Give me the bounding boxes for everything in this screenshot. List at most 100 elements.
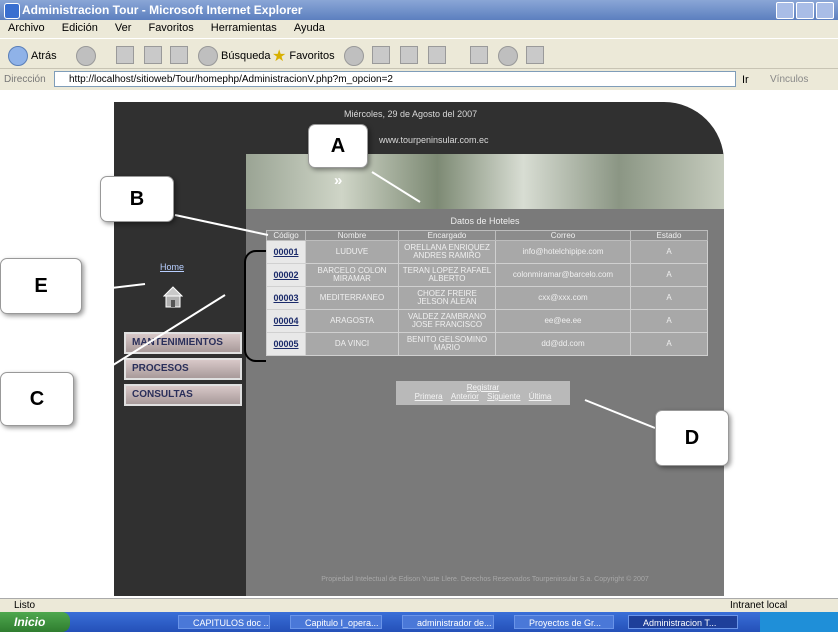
back-label: Atrás [31, 50, 57, 62]
table-row: 00003 MEDITERRANEO CHOEZ FREIRE JELSON A… [266, 286, 708, 310]
pager-first[interactable]: Primera [415, 392, 443, 401]
edit-button[interactable] [428, 46, 446, 64]
callout-a: A [308, 124, 368, 168]
mail-button[interactable] [372, 46, 390, 64]
hotel-code-link[interactable]: 00003 [266, 286, 306, 310]
pager: Registrar Primera Anterior Siguiente Últ… [396, 381, 570, 405]
table-row: 00005 DA VINCI BENITO GELSOMINO MARIO dd… [266, 332, 708, 356]
table-header-row: Código Nombre Encargado Correo Estado [266, 230, 708, 241]
menu-ayuda[interactable]: Ayuda [294, 22, 325, 34]
col-nombre: Nombre [305, 230, 399, 241]
hotel-code-link[interactable]: 00005 [266, 332, 306, 356]
system-tray [760, 612, 838, 632]
hotel-email: info@hotelchipipe.com [495, 240, 631, 264]
history-icon [344, 46, 364, 66]
callout-e: E [0, 258, 82, 314]
menu-herramientas[interactable]: Herramientas [211, 22, 277, 34]
zone-text: Intranet local [730, 600, 788, 611]
col-estado: Estado [630, 230, 708, 241]
menu-edicion[interactable]: Edición [62, 22, 98, 34]
favorites-button[interactable]: ★ Favoritos [272, 46, 335, 66]
house-icon[interactable] [163, 286, 183, 308]
browser-viewport: Miércoles, 29 de Agosto del 2007 www.tou… [0, 90, 838, 598]
search-label: Búsqueda [221, 50, 271, 62]
web-page: Miércoles, 29 de Agosto del 2007 www.tou… [114, 102, 724, 596]
table-title: Datos de Hoteles [450, 216, 520, 226]
hotel-status: A [630, 286, 708, 310]
site-url: www.tourpeninsular.com.ec [379, 135, 489, 145]
back-button[interactable]: Atrás [8, 46, 57, 66]
status-text: Listo [14, 600, 36, 611]
table-row: 00001 LUDUVE ORELLANA ENRIQUEZ ANDRES RA… [266, 240, 708, 264]
refresh-icon [144, 46, 162, 64]
hotel-status: A [630, 240, 708, 264]
menu-ver[interactable]: Ver [115, 22, 132, 34]
menu-archivo[interactable]: Archivo [8, 22, 45, 34]
refresh-button[interactable] [144, 46, 162, 64]
close-button[interactable] [816, 2, 834, 19]
pager-previous[interactable]: Anterior [451, 392, 479, 401]
start-button[interactable]: Inicio [0, 612, 70, 632]
links-button[interactable]: Vínculos [770, 74, 808, 85]
hotel-email: ee@ee.ee [495, 309, 631, 333]
rows-bracket [244, 250, 266, 362]
menu-bar: Archivo Edición Ver Favoritos Herramient… [0, 20, 838, 38]
table-row: 00002 BARCELO COLON MIRAMAR TERAN LOPEZ … [266, 263, 708, 287]
hotel-manager: ORELLANA ENRIQUEZ ANDRES RAMIRO [398, 240, 496, 264]
messenger-button[interactable] [526, 46, 544, 64]
edit-icon [428, 46, 446, 64]
page-footer: Propiedad Intelectual de Edison Yuste Ll… [321, 576, 649, 583]
hotel-status: A [630, 309, 708, 333]
pager-last[interactable]: Última [529, 392, 552, 401]
window-titlebar: Administracion Tour - Microsoft Internet… [0, 0, 838, 20]
taskbar: Inicio CAPITULOS doc ... Capitulo I_oper… [0, 612, 838, 632]
hotel-code-link[interactable]: 00001 [266, 240, 306, 264]
hotel-name: DA VINCI [305, 332, 399, 356]
hotel-manager: TERAN LOPEZ RAFAEL ALBERTO [398, 263, 496, 287]
menu-mantenimientos[interactable]: MANTENIMIENTOS [124, 332, 242, 354]
task-capitulos[interactable]: CAPITULOS doc ... [178, 615, 270, 629]
double-chevron-icon: » [334, 172, 343, 189]
pager-next[interactable]: Siguiente [487, 392, 520, 401]
menu-procesos[interactable]: PROCESOS [124, 358, 242, 380]
hotel-manager: VALDEZ ZAMBRANO JOSE FRANCISCO [398, 309, 496, 333]
col-encargado: Encargado [398, 230, 496, 241]
forward-arrow-icon [76, 46, 96, 66]
hotel-code-link[interactable]: 00002 [266, 263, 306, 287]
home-button[interactable] [170, 46, 188, 64]
back-arrow-icon [8, 46, 28, 66]
stop-button[interactable] [116, 46, 134, 64]
research-icon [498, 46, 518, 66]
forward-button[interactable] [76, 46, 96, 66]
search-button[interactable]: Búsqueda [198, 46, 271, 66]
hotel-name: LUDUVE [305, 240, 399, 264]
maximize-button[interactable] [796, 2, 814, 19]
task-capitulo1[interactable]: Capitulo I_opera... [290, 615, 382, 629]
callout-b: B [100, 176, 174, 222]
callout-c: C [0, 372, 74, 426]
content-area: » Datos de Hoteles Código Nombre Encarga… [246, 154, 724, 596]
menu-favoritos[interactable]: Favoritos [148, 22, 193, 34]
task-administrador[interactable]: administrador de... [402, 615, 494, 629]
print-button[interactable] [400, 46, 418, 64]
research-button[interactable] [498, 46, 518, 66]
address-input[interactable]: http://localhost/sitioweb/Tour/homephp/A… [54, 71, 736, 87]
register-link[interactable]: Registrar [396, 381, 570, 392]
go-button[interactable]: Ir [742, 74, 749, 86]
star-icon: ★ [272, 48, 287, 65]
task-proyectos[interactable]: Proyectos de Gr... [514, 615, 614, 629]
hotel-email: dd@dd.com [495, 332, 631, 356]
task-administracion[interactable]: Administracion T... [628, 615, 738, 629]
table-row: 00004 ARAGOSTA VALDEZ ZAMBRANO JOSE FRAN… [266, 309, 708, 333]
hotel-manager: CHOEZ FREIRE JELSON ALEAN [398, 286, 496, 310]
callout-d: D [655, 410, 729, 466]
address-bar: Dirección http://localhost/sitioweb/Tour… [0, 68, 838, 91]
hotel-code-link[interactable]: 00004 [266, 309, 306, 333]
minimize-button[interactable] [776, 2, 794, 19]
menu-consultas[interactable]: CONSULTAS [124, 384, 242, 406]
hotel-name: BARCELO COLON MIRAMAR [305, 263, 399, 287]
address-label: Dirección [4, 74, 46, 85]
discuss-button[interactable] [470, 46, 488, 64]
history-button[interactable] [344, 46, 364, 66]
home-link[interactable]: Home [160, 262, 184, 272]
